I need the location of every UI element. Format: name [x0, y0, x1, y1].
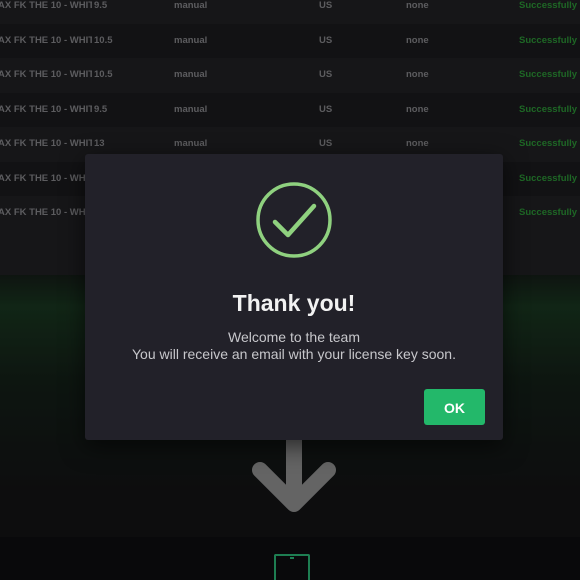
ok-button[interactable]: OK [424, 389, 485, 425]
check-circle-icon [256, 182, 332, 258]
dialog-message-line-1: Welcome to the team [227, 329, 361, 345]
thank-you-dialog: Thank you! Welcome to the team You will … [85, 154, 503, 440]
dialog-title: Thank you! [232, 290, 356, 316]
dialog-message-line-2: You will receive an email with your lice… [132, 346, 456, 362]
